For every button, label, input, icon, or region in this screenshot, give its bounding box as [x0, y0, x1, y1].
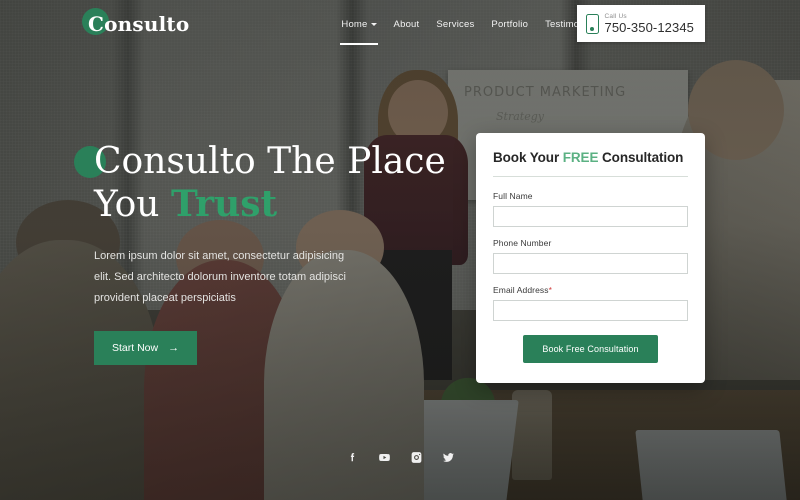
full-name-label: Full Name — [493, 191, 688, 201]
book-free-consultation-button[interactable]: Book Free Consultation — [523, 335, 658, 363]
email-address-input[interactable] — [493, 300, 688, 321]
form-title-prefix: Book Your — [493, 150, 563, 165]
field-group-email-address: Email Address* — [493, 285, 688, 321]
arrow-right-icon: → — [168, 342, 180, 354]
form-title-accent: FREE — [562, 150, 599, 165]
form-title-divider — [493, 176, 688, 177]
twitter-icon[interactable] — [442, 451, 455, 464]
phone-number-label: Phone Number — [493, 238, 688, 248]
call-us-number: 750-350-12345 — [604, 19, 694, 35]
hero-paragraph: Lorem ipsum dolor sit amet, consectetur … — [94, 250, 346, 304]
field-group-full-name: Full Name — [493, 191, 688, 227]
booking-form-card: Book Your FREE Consultation Full Name Ph… — [476, 133, 705, 383]
page-title: Consulto The Place You Trust — [94, 140, 454, 226]
chevron-down-icon — [370, 23, 377, 26]
nav-item-home[interactable]: Home — [340, 16, 378, 45]
nav-item-home-label: Home — [341, 18, 368, 30]
full-name-input[interactable] — [493, 206, 688, 227]
hero-heading-accent: Trust — [170, 183, 278, 225]
logo-text: Consulto — [88, 12, 190, 36]
call-us-box[interactable]: Call Us 750-350-12345 — [576, 5, 705, 42]
facebook-icon[interactable] — [346, 451, 359, 464]
youtube-icon[interactable] — [378, 451, 391, 464]
hero-copy: Consulto The Place You Trust Lorem ipsum… — [74, 140, 454, 365]
start-now-label: Start Now — [112, 342, 159, 354]
email-address-label-text: Email Address — [493, 285, 549, 295]
mobile-phone-icon — [585, 13, 599, 34]
nav-item-about[interactable]: About — [394, 16, 420, 33]
email-address-label: Email Address* — [493, 285, 688, 295]
nav-item-portfolio[interactable]: Portfolio — [491, 16, 528, 33]
form-title-suffix: Consultation — [598, 150, 684, 165]
nav-item-services-label: Services — [436, 18, 475, 30]
form-title: Book Your FREE Consultation — [493, 150, 688, 165]
hero-heading-line1: Consulto The Place — [94, 141, 446, 182]
required-marker: * — [548, 285, 553, 295]
social-links — [0, 451, 800, 464]
instagram-icon[interactable] — [410, 451, 423, 464]
nav-item-about-label: About — [393, 18, 420, 30]
hero-heading-line2-plain: You — [94, 184, 171, 225]
full-name-label-text: Full Name — [493, 191, 533, 201]
site-header: Consulto Home About Services Portfolio T… — [0, 0, 800, 48]
nav-item-services[interactable]: Services — [436, 16, 474, 33]
nav-item-portfolio-label: Portfolio — [491, 18, 529, 30]
phone-number-input[interactable] — [493, 253, 688, 274]
start-now-button[interactable]: Start Now → — [94, 331, 198, 365]
logo[interactable]: Consulto — [82, 0, 190, 48]
phone-number-label-text: Phone Number — [493, 238, 552, 248]
field-group-phone-number: Phone Number — [493, 238, 688, 274]
